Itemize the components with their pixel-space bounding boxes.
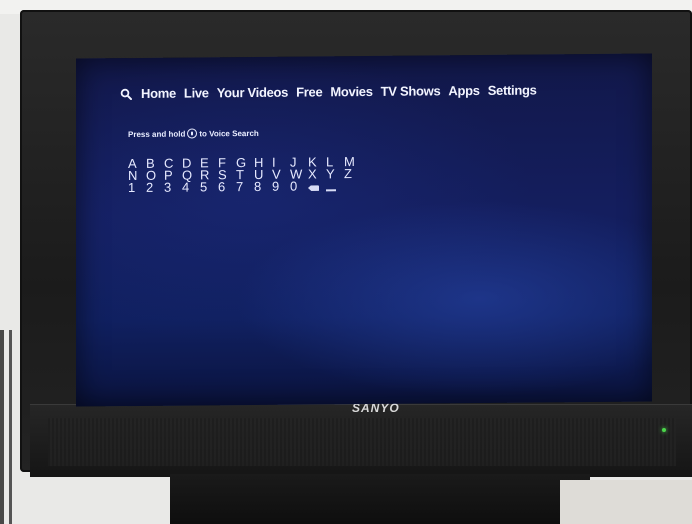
key-5[interactable]: 5 [200,179,218,194]
tab-your-videos[interactable]: Your Videos [217,85,288,101]
voice-hint-prefix: Press and hold [128,129,186,139]
tab-apps[interactable]: Apps [448,83,479,98]
tv-stand [170,474,590,524]
mic-icon [187,128,198,139]
key-3[interactable]: 3 [164,180,182,195]
speaker-grille [48,418,676,466]
tab-settings[interactable]: Settings [488,82,537,97]
tab-free[interactable]: Free [296,84,322,99]
furniture [560,480,692,524]
voice-search-hint: Press and hold to Voice Search [128,128,259,139]
top-nav: Home Live Your Videos Free Movies TV Sho… [120,82,545,101]
tv-screen: Home Live Your Videos Free Movies TV Sho… [76,53,652,407]
key-x[interactable]: X [308,166,326,181]
key-backspace[interactable] [308,180,326,192]
keyboard-row-digits: 1 2 3 4 5 6 7 8 9 0 [128,179,362,195]
backspace-icon [308,185,319,191]
on-screen-keyboard: A B C D E F G H I J K L M N O P Q R S T … [128,154,362,195]
space-icon [326,189,336,192]
key-6[interactable]: 6 [218,179,236,194]
search-icon[interactable] [120,88,132,100]
tab-live[interactable]: Live [184,85,209,100]
key-9[interactable]: 9 [272,179,290,194]
tab-movies[interactable]: Movies [330,84,372,99]
tab-home[interactable]: Home [141,86,176,101]
key-z[interactable]: Z [344,166,362,181]
key-1[interactable]: 1 [128,180,146,195]
key-4[interactable]: 4 [182,180,200,195]
key-0[interactable]: 0 [290,179,308,194]
key-8[interactable]: 8 [254,179,272,194]
key-7[interactable]: 7 [236,179,254,194]
power-led [662,428,666,432]
tab-tv-shows[interactable]: TV Shows [381,83,441,99]
key-y[interactable]: Y [326,166,344,181]
key-space[interactable] [326,180,344,192]
key-2[interactable]: 2 [146,180,164,195]
voice-hint-suffix: to Voice Search [199,128,259,138]
